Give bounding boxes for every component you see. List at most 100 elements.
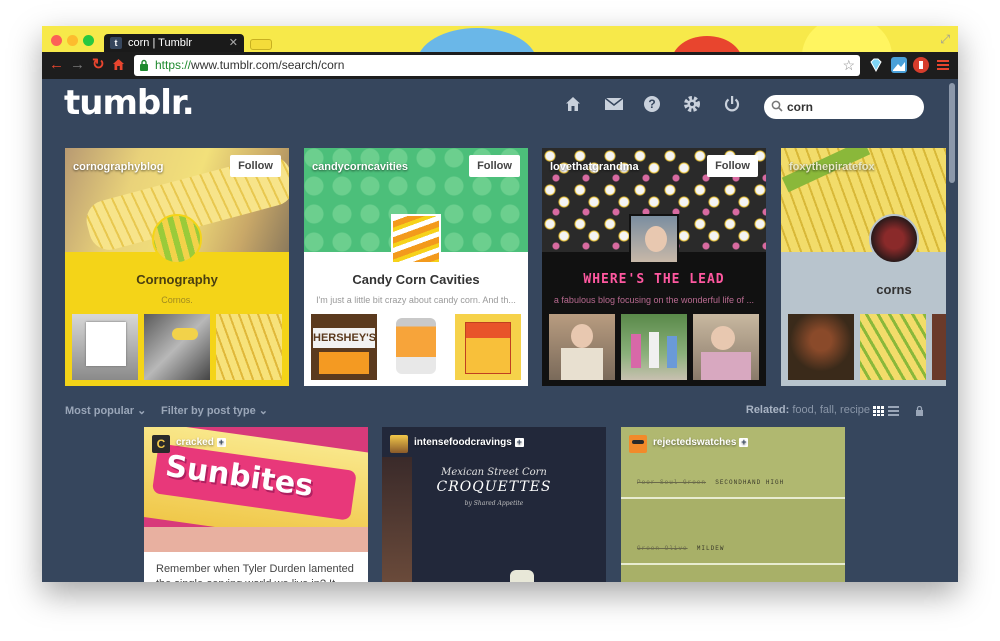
sort-dropdown[interactable]: Most popular ⌄ (65, 404, 146, 417)
blog-card-cornographyblog[interactable]: cornographyblog Follow Cornography Corno… (65, 148, 289, 386)
close-window-button[interactable] (51, 35, 62, 46)
dashboard-home-icon[interactable] (564, 95, 584, 115)
browser-toolbar: ← → ↻ https://www.tumblr.com/search/corn… (42, 52, 958, 79)
safe-search-lock-icon[interactable] (914, 406, 925, 416)
post-blog-name[interactable]: cracked + (176, 437, 226, 448)
follow-plus-icon[interactable]: + (216, 438, 226, 447)
thumbnail-frosting[interactable] (383, 314, 449, 380)
url-path: www.tumblr.com/search/corn (191, 58, 345, 72)
blog-thumbnails (549, 314, 759, 380)
thumbnail-hersheys[interactable]: HERSHEY'S (311, 314, 377, 380)
blog-card-foxythepiratefox[interactable]: foxythepiratefox corns (781, 148, 946, 386)
blog-title[interactable]: Candy Corn Cavities (304, 272, 528, 287)
blog-title[interactable]: WHERE'S THE LEAD (542, 272, 766, 287)
blog-name[interactable]: candycorncavities (312, 161, 408, 173)
thumbnail-grandma-1[interactable] (549, 314, 615, 380)
blog-name[interactable]: foxythepiratefox (789, 161, 875, 173)
recipe-title-line2: CROQUETTES (436, 479, 552, 495)
filter-bar: Most popular ⌄ Filter by post type ⌄ Rel… (42, 400, 946, 420)
related-label: Related: (745, 404, 790, 416)
follow-button[interactable]: Follow (230, 155, 281, 177)
post-type-dropdown[interactable]: Filter by post type ⌄ (161, 404, 268, 417)
blog-avatar[interactable] (869, 214, 919, 264)
forward-arrow-icon[interactable]: → (70, 57, 85, 73)
search-icon (771, 100, 783, 112)
thumbnail-corns[interactable] (860, 314, 926, 380)
tab-active[interactable]: t corn | Tumblr ✕ (104, 34, 244, 52)
zoom-window-button[interactable] (83, 35, 94, 46)
grid-view-icon[interactable] (873, 406, 884, 416)
blog-name[interactable]: cornographyblog (73, 161, 163, 173)
post-blog-name[interactable]: rejectedswatches + (653, 437, 749, 448)
thumbnail-grandma-3[interactable] (693, 314, 759, 380)
reload-icon[interactable]: ↻ (92, 57, 105, 73)
blog-avatar[interactable] (391, 214, 441, 264)
post-rejectedswatches[interactable]: Poor Soul Green SECONDHAND HIGH Green Ol… (621, 427, 845, 582)
close-tab-icon[interactable]: ✕ (229, 36, 238, 49)
post-caption: Remember when Tyler Durden lamented the … (144, 552, 368, 582)
recipe-title-line1: Mexican Street Corn (441, 467, 547, 478)
post-avatar[interactable] (629, 435, 647, 453)
search-value: corn (787, 100, 814, 114)
post-avatar[interactable] (390, 435, 408, 453)
blog-thumbnails (788, 314, 946, 380)
blog-card-lovethatgrandma[interactable]: lovethatgrandma Follow WHERE'S THE LEAD … (542, 148, 766, 386)
settings-gear-icon[interactable] (683, 95, 703, 115)
inbox-mail-icon[interactable] (604, 95, 624, 115)
follow-button[interactable]: Follow (469, 155, 520, 177)
thumbnail-corn[interactable] (216, 314, 282, 380)
list-view-icon[interactable] (888, 406, 899, 416)
fullscreen-icon[interactable]: ⤢ (940, 32, 950, 47)
back-arrow-icon[interactable]: ← (49, 57, 64, 73)
bookmark-star-icon[interactable]: ☆ (842, 57, 855, 74)
post-avatar[interactable]: C (152, 435, 170, 453)
background-blob-yellow (802, 26, 892, 52)
thumbnail-partial[interactable] (932, 314, 946, 380)
follow-plus-icon[interactable]: + (514, 438, 524, 447)
blog-thumbnails (72, 314, 282, 380)
blog-title[interactable]: Cornography (65, 272, 289, 287)
swatch-name-1: Poor Soul Green SECONDHAND HIGH (637, 479, 785, 486)
related-tag-list[interactable]: food, fall, recipe (792, 404, 870, 416)
logout-power-icon[interactable] (723, 95, 743, 115)
home-icon[interactable] (112, 58, 125, 75)
blog-avatar[interactable] (629, 214, 679, 264)
blog-card-candycorncavities[interactable]: candycorncavities Follow Candy Corn Cavi… (304, 148, 528, 386)
extension-gem-icon[interactable] (868, 57, 884, 73)
post-cracked[interactable]: Sunbites C cracked + Remember when Tyler … (144, 427, 368, 582)
tumblr-logo[interactable]: tumblr. (64, 83, 195, 123)
tumblr-header: tumblr. ? corn (42, 79, 946, 133)
blog-name[interactable]: lovethatgrandma (550, 161, 639, 173)
extension-photo-icon[interactable] (891, 57, 907, 73)
browser-window: t corn | Tumblr ✕ ⤢ ← → ↻ https://www.tu… (42, 26, 958, 582)
follow-plus-icon[interactable]: + (739, 438, 749, 447)
address-bar[interactable]: https://www.tumblr.com/search/corn ☆ (134, 55, 860, 76)
svg-text:?: ? (648, 97, 655, 111)
tumblr-favicon-icon: t (110, 37, 122, 49)
follow-button[interactable]: Follow (707, 155, 758, 177)
blog-avatar[interactable] (152, 214, 202, 264)
minimize-window-button[interactable] (67, 35, 78, 46)
thumbnail-cake-mix[interactable] (455, 314, 521, 380)
new-tab-button[interactable] (250, 39, 272, 50)
post-blog-name[interactable]: intensefoodcravings + (414, 437, 524, 448)
thumbnail-grandma-2[interactable] (621, 314, 687, 380)
blog-title[interactable]: corns (869, 282, 919, 297)
lock-icon (140, 59, 148, 71)
page-scrollbar[interactable] (946, 79, 958, 582)
search-input[interactable]: corn (764, 95, 924, 119)
thumbnail-note[interactable] (72, 314, 138, 380)
thumbnail-fuel[interactable] (144, 314, 210, 380)
url-scheme: https:// (155, 58, 192, 72)
blog-description: Cornos. (161, 295, 193, 305)
blog-thumbnails: HERSHEY'S (311, 314, 521, 380)
extension-shield-icon[interactable] (913, 57, 929, 73)
scrollbar-thumb[interactable] (949, 83, 955, 183)
help-icon[interactable]: ? (643, 95, 663, 115)
background-blob-blue (417, 28, 537, 52)
thumbnail-freddy[interactable] (788, 314, 854, 380)
menu-icon[interactable] (935, 57, 951, 73)
related-tags: Related: food, fall, recipe (746, 404, 870, 416)
post-intensefoodcravings[interactable]: Mexican Street Corn CROQUETTES by Shared… (382, 427, 606, 582)
tab-title: corn | Tumblr (128, 37, 192, 49)
